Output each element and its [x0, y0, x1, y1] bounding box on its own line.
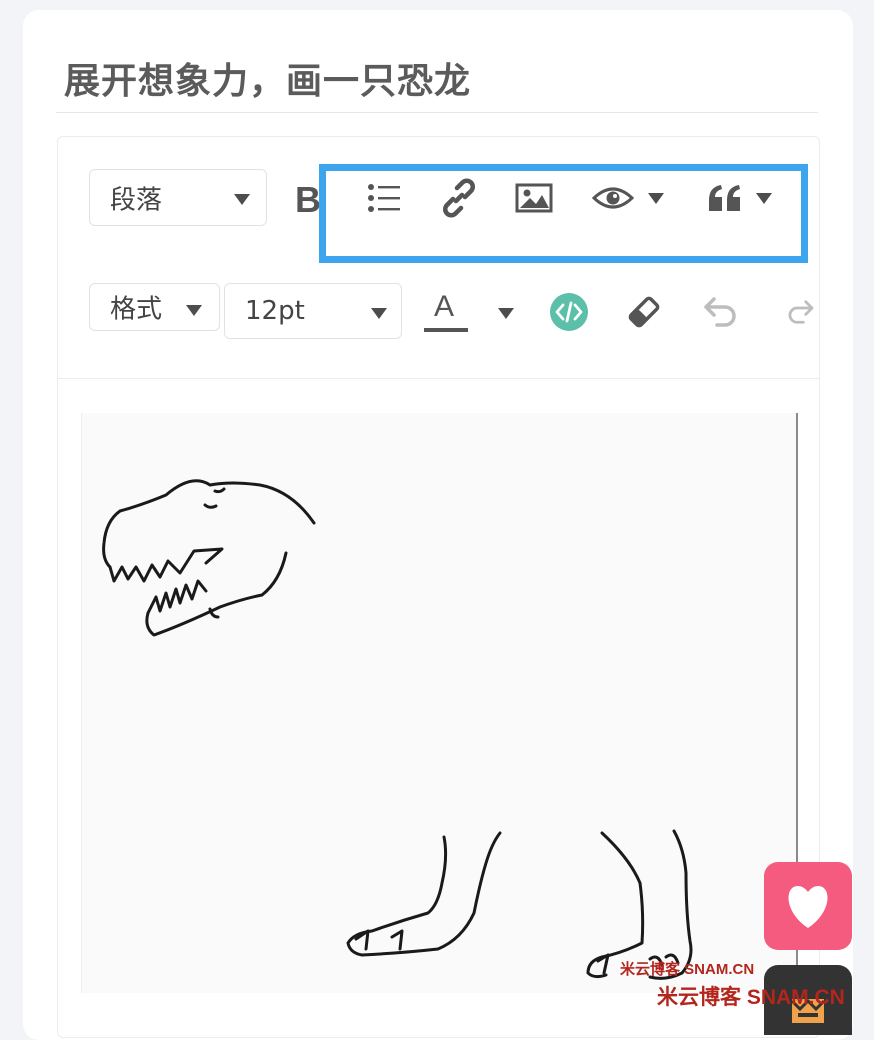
font-size-select-value: 12pt — [245, 296, 305, 326]
watermark-small: 米云博客 SNAM.CN — [620, 961, 755, 978]
paragraph-select-value: 段落 — [110, 185, 163, 215]
format-select[interactable]: 格式 — [89, 283, 220, 331]
toolbar-highlight-box — [319, 164, 808, 263]
code-icon — [550, 293, 588, 331]
format-select-value: 格式 — [110, 294, 163, 325]
chevron-down-icon — [186, 305, 202, 316]
chevron-down-icon — [371, 308, 387, 319]
undo-button[interactable] — [698, 290, 742, 334]
font-color-underline — [424, 328, 468, 332]
page-title: 展开想象力，画一只恐龙 — [64, 61, 472, 102]
clear-format-button[interactable] — [622, 290, 666, 334]
font-color-button[interactable]: A — [418, 290, 518, 336]
font-color-label: A — [434, 290, 455, 323]
redo-button[interactable] — [776, 290, 816, 334]
heart-icon — [788, 886, 828, 928]
undo-icon — [704, 297, 736, 327]
watermark-large: 米云博客 SNAM.CN — [657, 986, 845, 1009]
chevron-down-icon — [498, 307, 514, 319]
like-button[interactable] — [764, 862, 852, 950]
chevron-down-icon — [234, 194, 250, 205]
font-size-select[interactable]: 12pt — [224, 283, 402, 339]
paragraph-select[interactable]: 段落 — [89, 169, 267, 226]
editor-content-image — [81, 413, 798, 993]
toolbar-divider — [57, 378, 819, 379]
bold-label: B — [295, 179, 321, 220]
source-code-button[interactable] — [547, 290, 591, 334]
eraser-icon — [628, 296, 660, 328]
font-color-swatch: A — [422, 290, 468, 336]
redo-icon — [788, 300, 814, 324]
title-divider — [56, 112, 818, 113]
dinosaur-drawing — [102, 479, 693, 980]
